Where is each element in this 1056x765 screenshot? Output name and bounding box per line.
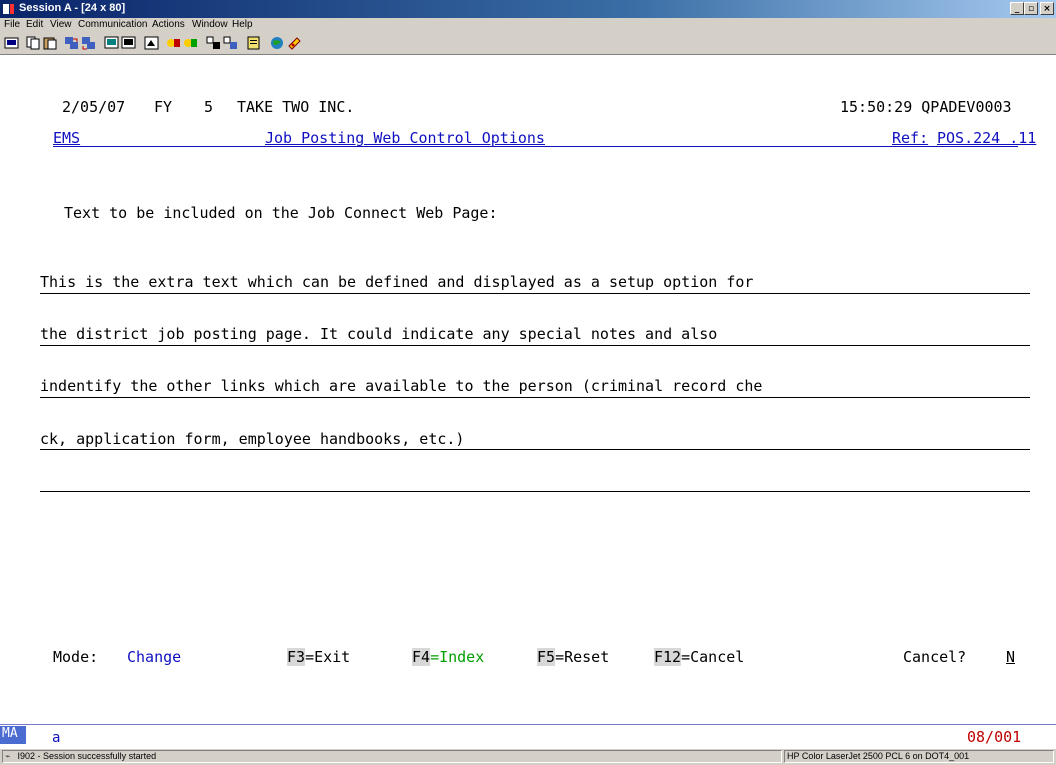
session-indicator: MA <box>0 726 26 744</box>
menu-view[interactable]: View <box>50 19 72 30</box>
transfer-icon[interactable] <box>223 36 238 50</box>
f4-key-label: F4 <box>412 648 431 666</box>
maximize-button[interactable]: ▫ <box>1024 2 1038 15</box>
time-and-device: 15:50:29 QPADEV0003 <box>840 98 1012 116</box>
menu-bar: File Edit View Communication Actions Win… <box>0 18 1056 32</box>
f12-key-text: =Cancel <box>681 648 745 666</box>
web-text-line-1[interactable]: This is the extra text which can be defi… <box>40 273 753 291</box>
help-book-icon[interactable] <box>287 36 302 50</box>
field-underline <box>40 345 1030 346</box>
printer-name: HP Color LaserJet 2500 PCL 6 on DOT4_001 <box>787 751 970 761</box>
menu-help[interactable]: Help <box>232 19 253 30</box>
session-icon[interactable] <box>3 3 15 15</box>
stop-icon[interactable] <box>206 36 221 50</box>
ref-value: POS.224 .11 <box>937 129 1037 147</box>
web-text-line-2[interactable]: the district job posting page. It could … <box>40 325 717 343</box>
f4-key-text: =Index <box>430 648 485 666</box>
menu-actions[interactable]: Actions <box>152 19 185 30</box>
title-bar: Session A - [24 x 80] _ ▫ × <box>0 0 1056 18</box>
menu-file[interactable]: File <box>4 19 20 30</box>
macro-icon[interactable] <box>144 36 159 50</box>
fy-value: 5 <box>204 98 214 116</box>
printer-panel: HP Color LaserJet 2500 PCL 6 on DOT4_001 <box>784 750 1054 763</box>
window-title: Session A - [24 x 80] <box>19 2 126 14</box>
cancel-label: Cancel? <box>903 648 967 666</box>
f5-key-label: F5 <box>537 648 556 666</box>
clipboard-icon[interactable] <box>246 36 261 50</box>
connection-icon: ⌁ <box>5 751 11 761</box>
cursor-position: 08/001 <box>967 728 1022 746</box>
copy-icon[interactable] <box>26 36 41 50</box>
f3-key-text: =Exit <box>305 648 351 666</box>
play-macro-icon[interactable] <box>183 36 198 50</box>
send-file-icon[interactable] <box>64 36 79 50</box>
status-message: I902 - Session successfully started <box>17 751 157 761</box>
toolbar <box>0 32 1056 55</box>
f12-key-label: F12 <box>654 648 682 666</box>
print-screen-icon[interactable] <box>4 36 19 50</box>
record-macro-icon[interactable] <box>166 36 181 50</box>
f3-exit-key[interactable]: F3=Exit <box>287 648 350 666</box>
close-button[interactable]: × <box>1040 2 1054 15</box>
web-text-line-3[interactable]: indentify the other links which are avai… <box>40 377 762 395</box>
paste-icon[interactable] <box>43 36 58 50</box>
minimize-button[interactable]: _ <box>1010 2 1024 15</box>
f4-index-key[interactable]: F4=Index <box>412 648 484 666</box>
status-bar: ⌁ I902 - Session successfully started HP… <box>0 749 1056 765</box>
web-text-line-4[interactable]: ck, application form, employee handbooks… <box>40 430 464 448</box>
input-mode-indicator: a <box>52 730 61 746</box>
status-message-panel: ⌁ I902 - Session successfully started <box>2 750 782 763</box>
menu-communication[interactable]: Communication <box>78 19 147 30</box>
header-underline <box>53 146 1018 147</box>
company-name: TAKE TWO INC. <box>237 98 355 116</box>
fy-label: FY <box>154 98 173 116</box>
field-underline <box>40 449 1030 450</box>
field-underline <box>40 397 1030 398</box>
cancel-field[interactable]: N <box>1006 648 1015 666</box>
field-underline <box>40 491 1030 492</box>
menu-edit[interactable]: Edit <box>26 19 43 30</box>
date: 2/05/07 <box>62 98 126 116</box>
screen-title: Job Posting Web Control Options <box>265 129 545 147</box>
keyboard-map-icon[interactable] <box>121 36 136 50</box>
display-icon[interactable] <box>104 36 119 50</box>
f12-cancel-key[interactable]: F12=Cancel <box>654 648 744 666</box>
f5-key-text: =Reset <box>555 648 610 666</box>
f5-reset-key[interactable]: F5=Reset <box>537 648 609 666</box>
mode-label: Mode: <box>53 648 99 666</box>
menu-window[interactable]: Window <box>192 19 228 30</box>
f3-key-label: F3 <box>287 648 306 666</box>
ref-label: Ref: <box>892 129 929 147</box>
operator-info-area: MA a 08/001 <box>0 724 1056 749</box>
globe-icon[interactable] <box>270 36 285 50</box>
text-prompt: Text to be included on the Job Connect W… <box>64 204 498 222</box>
system-code: EMS <box>53 129 81 147</box>
field-underline <box>40 293 1030 294</box>
receive-file-icon[interactable] <box>81 36 96 50</box>
window-controls: _ ▫ × <box>1010 2 1054 15</box>
terminal-screen[interactable]: 2/05/07 FY 5 TAKE TWO INC. 15:50:29 QPAD… <box>0 55 1056 724</box>
mode-value: Change <box>127 648 182 666</box>
